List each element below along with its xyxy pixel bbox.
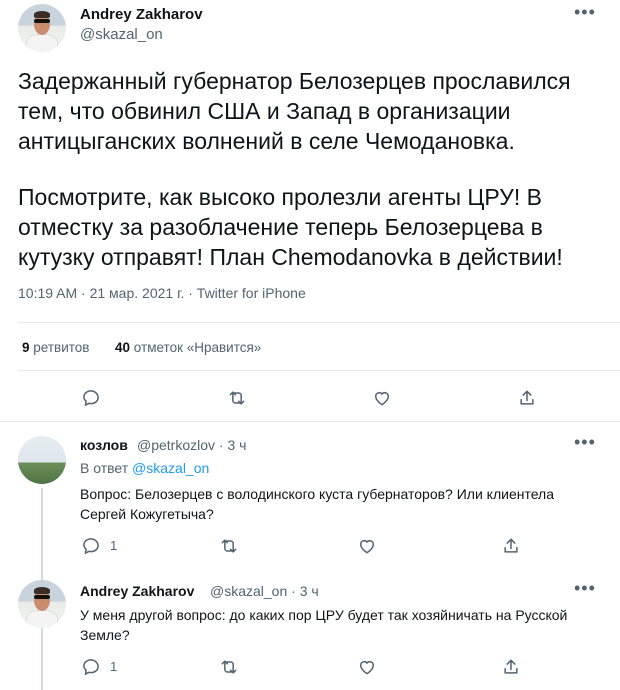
- heart-icon: [360, 540, 374, 554]
- avatar-body: [26, 610, 58, 628]
- reply-author-avatar[interactable]: [18, 580, 66, 628]
- divider: [0, 421, 620, 422]
- share-button[interactable]: [500, 535, 522, 557]
- tweet-stats: 9 ретвитов 40 отметок «Нравится»: [22, 340, 261, 355]
- divider: [18, 322, 620, 323]
- reply-text: У меня другой вопрос: до каких пор ЦРУ б…: [80, 607, 568, 643]
- reply-author-name[interactable]: Andrey Zakharov: [80, 583, 194, 599]
- avatar-glasses: [34, 595, 50, 599]
- likes-label[interactable]: отметок «Нравится»: [134, 340, 262, 355]
- retweet-button[interactable]: [218, 656, 240, 678]
- reply-author-avatar[interactable]: [18, 436, 66, 484]
- like-button[interactable]: [356, 535, 378, 557]
- reply-button[interactable]: [80, 387, 102, 409]
- retweet-icon: [221, 539, 237, 553]
- more-icon[interactable]: •••: [574, 578, 596, 599]
- share-icon: [504, 659, 518, 674]
- tweet-paragraph-1: Задержанный губернатор Белозерцев просла…: [18, 68, 571, 154]
- main-tweet: Andrey Zakharov @skazal_on ••• Задержанн…: [0, 0, 620, 420]
- reply-author-handle[interactable]: @petrkozlov · 3 ч: [137, 437, 246, 453]
- reply-author-handle[interactable]: @skazal_on · 3 ч: [210, 583, 319, 599]
- share-button[interactable]: [500, 656, 522, 678]
- like-button[interactable]: [356, 656, 378, 678]
- more-icon[interactable]: •••: [574, 2, 596, 23]
- likes-count[interactable]: 40: [115, 340, 130, 355]
- retweet-button[interactable]: [218, 535, 240, 557]
- reply-to-line: В ответ @skazal_on: [80, 460, 209, 476]
- share-icon: [504, 538, 518, 553]
- retweet-icon: [221, 660, 237, 674]
- comment-icon: [83, 390, 99, 407]
- avatar-body: [26, 34, 58, 52]
- reply-to-link[interactable]: @skazal_on: [132, 460, 209, 476]
- author-avatar[interactable]: [18, 4, 66, 52]
- reply-count: 1: [110, 538, 118, 553]
- author-handle[interactable]: @skazal_on: [80, 26, 163, 43]
- share-button[interactable]: [516, 387, 538, 409]
- author-name[interactable]: Andrey Zakharov: [80, 6, 203, 23]
- reply-to-prefix: В ответ: [80, 460, 133, 476]
- divider: [18, 370, 620, 371]
- avatar-hair: [34, 587, 50, 594]
- reply-author-name[interactable]: козлов: [80, 437, 128, 453]
- comment-icon: [83, 538, 99, 555]
- retweet-button[interactable]: [226, 387, 248, 409]
- retweets-count[interactable]: 9: [22, 340, 30, 355]
- share-icon: [520, 390, 534, 405]
- avatar-glasses: [34, 19, 50, 23]
- tweet-meta[interactable]: 10:19 AM · 21 мар. 2021 г. · Twitter for…: [18, 285, 306, 301]
- tweet-paragraph-2: Посмотрите, как высоко пролезли агенты Ц…: [18, 184, 563, 270]
- retweets-label[interactable]: ретвитов: [33, 340, 89, 355]
- reply-button[interactable]: [80, 535, 102, 557]
- reply-text: Вопрос: Белозерцев с володинского куста …: [80, 486, 554, 522]
- comment-icon: [83, 659, 99, 676]
- heart-icon: [360, 661, 374, 675]
- reply-button[interactable]: [80, 656, 102, 678]
- avatar-hair: [34, 11, 50, 18]
- like-button[interactable]: [371, 387, 393, 409]
- retweet-icon: [229, 391, 245, 405]
- heart-icon: [375, 392, 389, 406]
- more-icon[interactable]: •••: [574, 432, 596, 453]
- reply-count: 1: [110, 659, 118, 674]
